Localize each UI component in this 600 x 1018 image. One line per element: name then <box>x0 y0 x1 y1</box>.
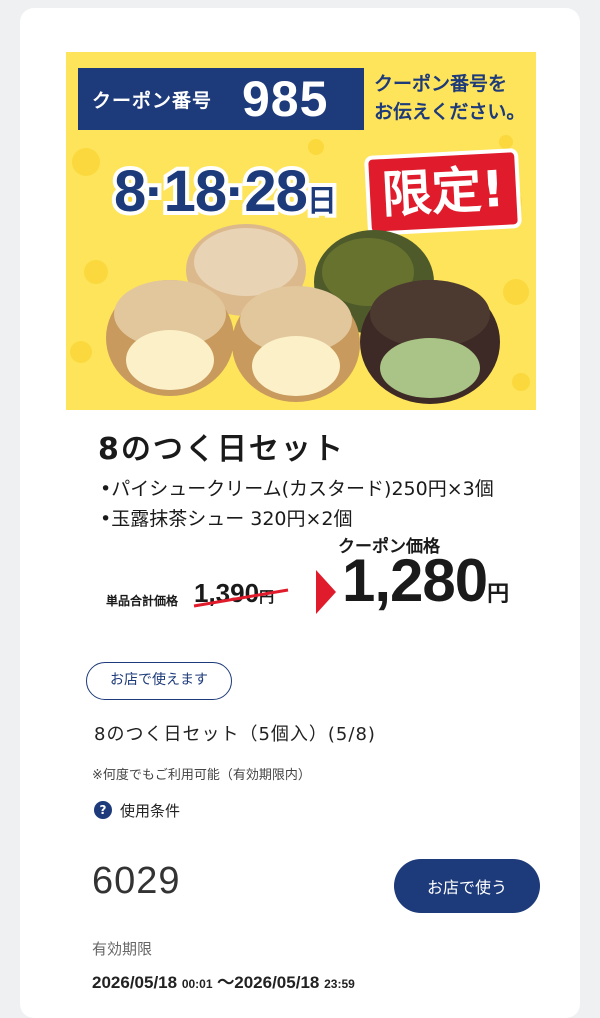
coupon-price-value: 1,280 <box>342 547 488 614</box>
valid-days-suffix: 日 <box>303 181 341 222</box>
coupon-code: 6029 <box>92 860 181 902</box>
question-icon: ? <box>94 801 112 819</box>
product-item: •パイシュークリーム(カスタード)250円×3個 <box>100 478 494 500</box>
valid-end-time: 23:59 <box>324 977 355 991</box>
valid-end-date: 2026/05/18 <box>234 973 320 992</box>
product-title: 8のつく日セット <box>98 432 345 467</box>
valid-days: 8·18·28日 <box>110 155 341 228</box>
valid-start-time: 00:01 <box>181 977 213 991</box>
coupon-card: クーポン番号 985 クーポン番号を お伝えください。 8·18·28日 限定! <box>20 8 580 1018</box>
notify-line-1: クーポン番号を <box>374 73 508 95</box>
valid-separator: ～ <box>217 973 235 992</box>
coupon-number-label: クーポン番号 <box>92 90 213 112</box>
notify-line-2: お伝えください。 <box>374 101 526 123</box>
coupon-name: 8のつく日セット（5個入）(5/8) <box>94 724 376 745</box>
valid-days-numbers: 8·18·28 <box>110 155 312 228</box>
product-item: •玉露抹茶シュー 320円×2個 <box>100 508 353 530</box>
store-usage-tag: お店で使えます <box>86 662 232 700</box>
validity-label: 有効期限 <box>92 940 153 958</box>
strikethrough-line <box>193 588 289 608</box>
coupon-price: 1,280円 <box>342 546 509 615</box>
price-arrow-icon <box>316 570 336 614</box>
coupon-notify-text: クーポン番号を お伝えください。 <box>374 70 534 126</box>
use-at-store-button[interactable]: お店で使う <box>394 859 540 913</box>
coupon-banner-image: クーポン番号 985 クーポン番号を お伝えください。 8·18·28日 限定! <box>66 52 536 410</box>
coupon-number: 985 <box>242 71 329 127</box>
coupon-number-box: クーポン番号 985 <box>78 68 364 130</box>
usage-note: ※何度でもご利用可能（有効期限内） <box>92 768 311 783</box>
sum-price-label: 単品合計価格 <box>106 594 179 608</box>
cream-puffs-illustration <box>106 224 500 404</box>
terms-label: 使用条件 <box>120 802 181 820</box>
validity-period: 2026/05/18 00:01 ～2026/05/18 23:59 <box>92 968 355 993</box>
valid-start-date: 2026/05/18 <box>92 973 178 992</box>
coupon-price-yen: 円 <box>487 581 510 606</box>
